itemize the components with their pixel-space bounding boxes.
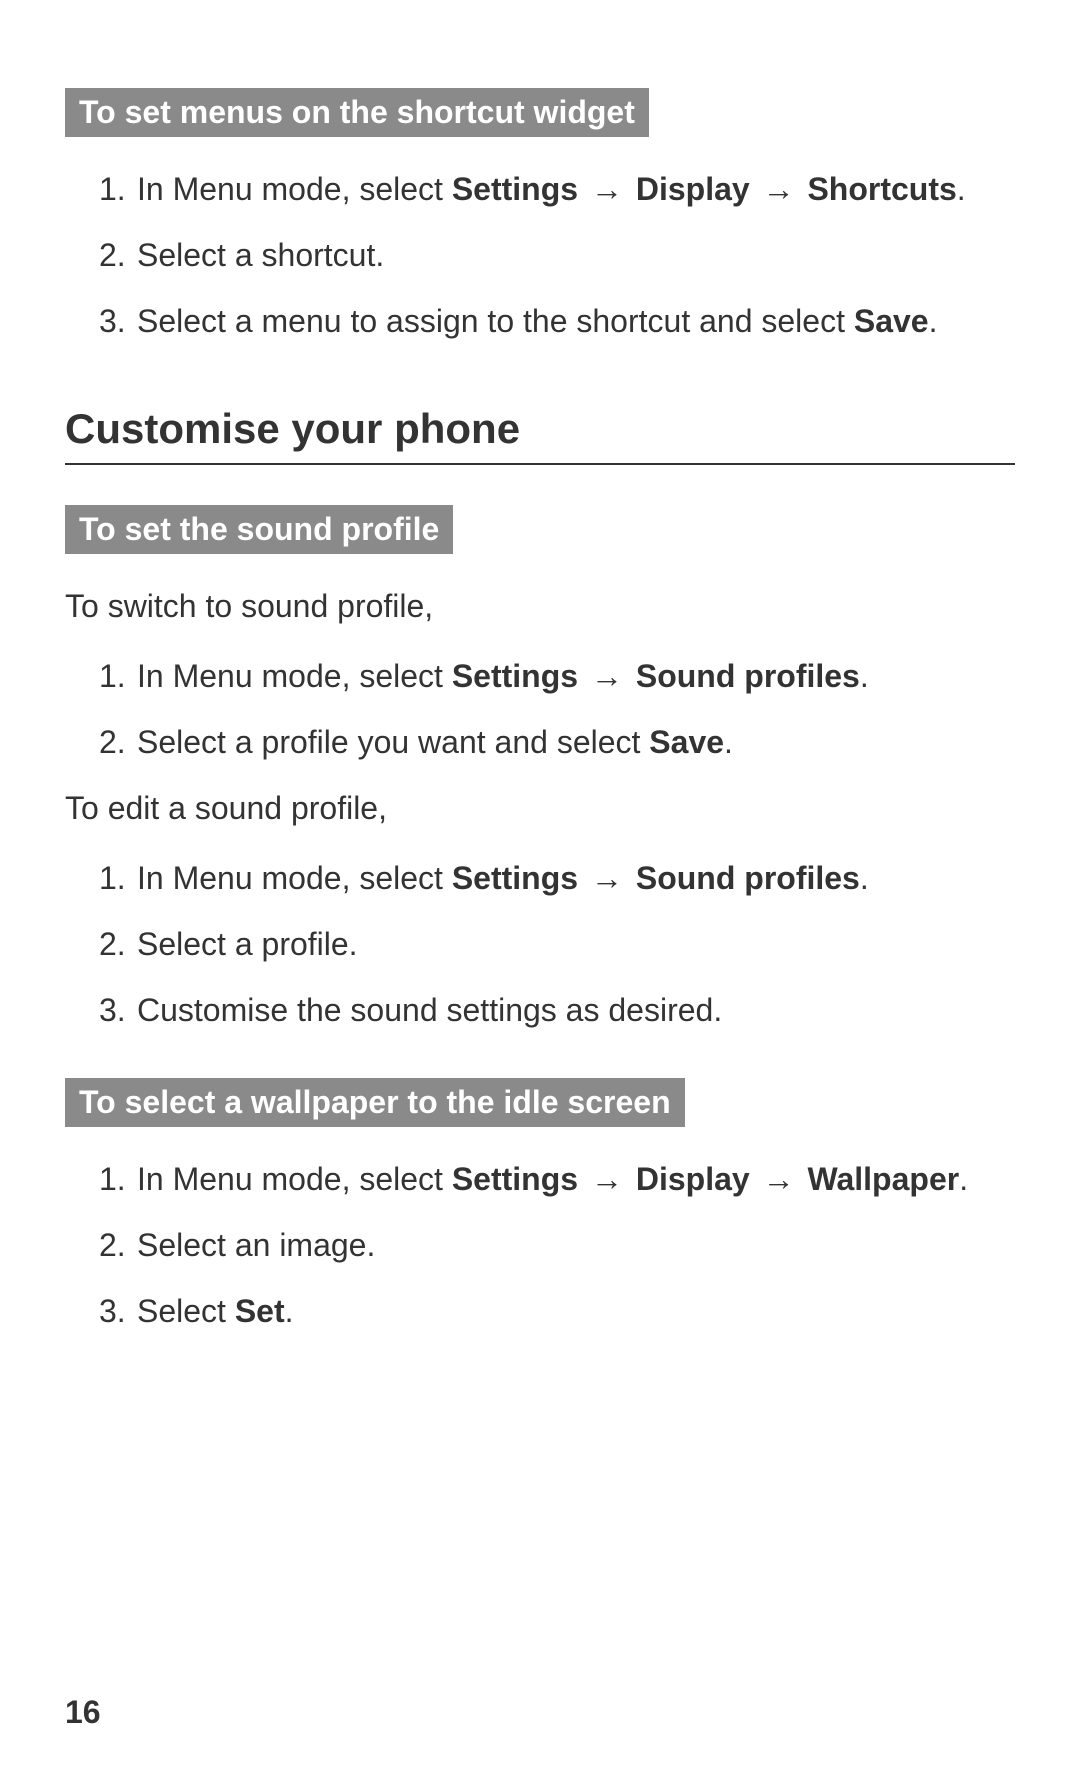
bold-tail: Set — [235, 1293, 285, 1329]
path-part: Shortcuts — [807, 171, 956, 207]
arrow-icon: → — [759, 165, 799, 213]
list-num: 1. — [99, 652, 137, 700]
subheading-shortcut-widget: To set menus on the shortcut widget — [65, 88, 649, 137]
list-shortcut-widget: 1. In Menu mode, select Settings → Displ… — [65, 165, 1015, 345]
page-number: 16 — [65, 1694, 101, 1731]
subheading-wallpaper: To select a wallpaper to the idle screen — [65, 1078, 685, 1127]
text-post: . — [724, 724, 733, 760]
list-item: 1. In Menu mode, select Settings → Displ… — [65, 1155, 1015, 1203]
list-item: 1. In Menu mode, select Settings → Displ… — [65, 165, 1015, 213]
text-pre: In Menu mode, select — [137, 171, 452, 207]
intro-text: To edit a sound profile, — [65, 784, 1015, 832]
list-sound-edit: 1. In Menu mode, select Settings → Sound… — [65, 854, 1015, 1034]
list-text: Select a shortcut. — [137, 231, 1015, 279]
section-heading-customise: Customise your phone — [65, 405, 1015, 465]
path-part: Display — [636, 1161, 750, 1197]
arrow-icon: → — [587, 165, 627, 213]
arrow-icon: → — [587, 1155, 627, 1203]
list-item: 2. Select a profile you want and select … — [65, 718, 1015, 766]
list-text: Select Set. — [137, 1287, 1015, 1335]
list-text: In Menu mode, select Settings → Display … — [137, 165, 1015, 213]
bold-tail: Save — [854, 303, 929, 339]
path-part: Settings — [452, 1161, 578, 1197]
text-post: . — [957, 171, 966, 207]
list-text: In Menu mode, select Settings → Sound pr… — [137, 854, 1015, 902]
arrow-icon: → — [759, 1155, 799, 1203]
list-num: 3. — [99, 297, 137, 345]
path-part: Settings — [452, 171, 578, 207]
arrow-icon: → — [587, 652, 627, 700]
list-text: Select a profile. — [137, 920, 1015, 968]
list-num: 1. — [99, 165, 137, 213]
path-part: Wallpaper — [807, 1161, 959, 1197]
path-part: Settings — [452, 658, 578, 694]
list-num: 2. — [99, 920, 137, 968]
list-sound-switch: 1. In Menu mode, select Settings → Sound… — [65, 652, 1015, 766]
subheading-sound-profile: To set the sound profile — [65, 505, 453, 554]
intro-text: To switch to sound profile, — [65, 582, 1015, 630]
list-num: 2. — [99, 231, 137, 279]
path-part: Settings — [452, 860, 578, 896]
list-num: 3. — [99, 1287, 137, 1335]
list-num: 2. — [99, 718, 137, 766]
list-text: Customise the sound settings as desired. — [137, 986, 1015, 1034]
list-item: 3. Customise the sound settings as desir… — [65, 986, 1015, 1034]
list-item: 1. In Menu mode, select Settings → Sound… — [65, 854, 1015, 902]
list-num: 2. — [99, 1221, 137, 1269]
list-item: 3. Select Set. — [65, 1287, 1015, 1335]
list-text: In Menu mode, select Settings → Display … — [137, 1155, 1015, 1203]
text-pre: In Menu mode, select — [137, 860, 452, 896]
list-item: 3. Select a menu to assign to the shortc… — [65, 297, 1015, 345]
list-text: Select a profile you want and select Sav… — [137, 718, 1015, 766]
text-post: . — [959, 1161, 968, 1197]
list-text: Select a menu to assign to the shortcut … — [137, 297, 1015, 345]
text-pre: Select — [137, 1293, 235, 1329]
text-pre: Select a menu to assign to the shortcut … — [137, 303, 854, 339]
path-part: Sound profiles — [636, 658, 860, 694]
bold-tail: Save — [649, 724, 724, 760]
text-post: . — [285, 1293, 294, 1329]
text-post: . — [929, 303, 938, 339]
list-num: 1. — [99, 1155, 137, 1203]
list-item: 1. In Menu mode, select Settings → Sound… — [65, 652, 1015, 700]
list-item: 2. Select a shortcut. — [65, 231, 1015, 279]
list-item: 2. Select a profile. — [65, 920, 1015, 968]
arrow-icon: → — [587, 854, 627, 902]
text-pre: In Menu mode, select — [137, 1161, 452, 1197]
list-num: 1. — [99, 854, 137, 902]
text-post: . — [860, 860, 869, 896]
list-wallpaper: 1. In Menu mode, select Settings → Displ… — [65, 1155, 1015, 1335]
path-part: Sound profiles — [636, 860, 860, 896]
text-post: . — [860, 658, 869, 694]
list-text: In Menu mode, select Settings → Sound pr… — [137, 652, 1015, 700]
path-part: Display — [636, 171, 750, 207]
list-text: Select an image. — [137, 1221, 1015, 1269]
text-pre: Select a profile you want and select — [137, 724, 649, 760]
text-pre: In Menu mode, select — [137, 658, 452, 694]
list-num: 3. — [99, 986, 137, 1034]
list-item: 2. Select an image. — [65, 1221, 1015, 1269]
